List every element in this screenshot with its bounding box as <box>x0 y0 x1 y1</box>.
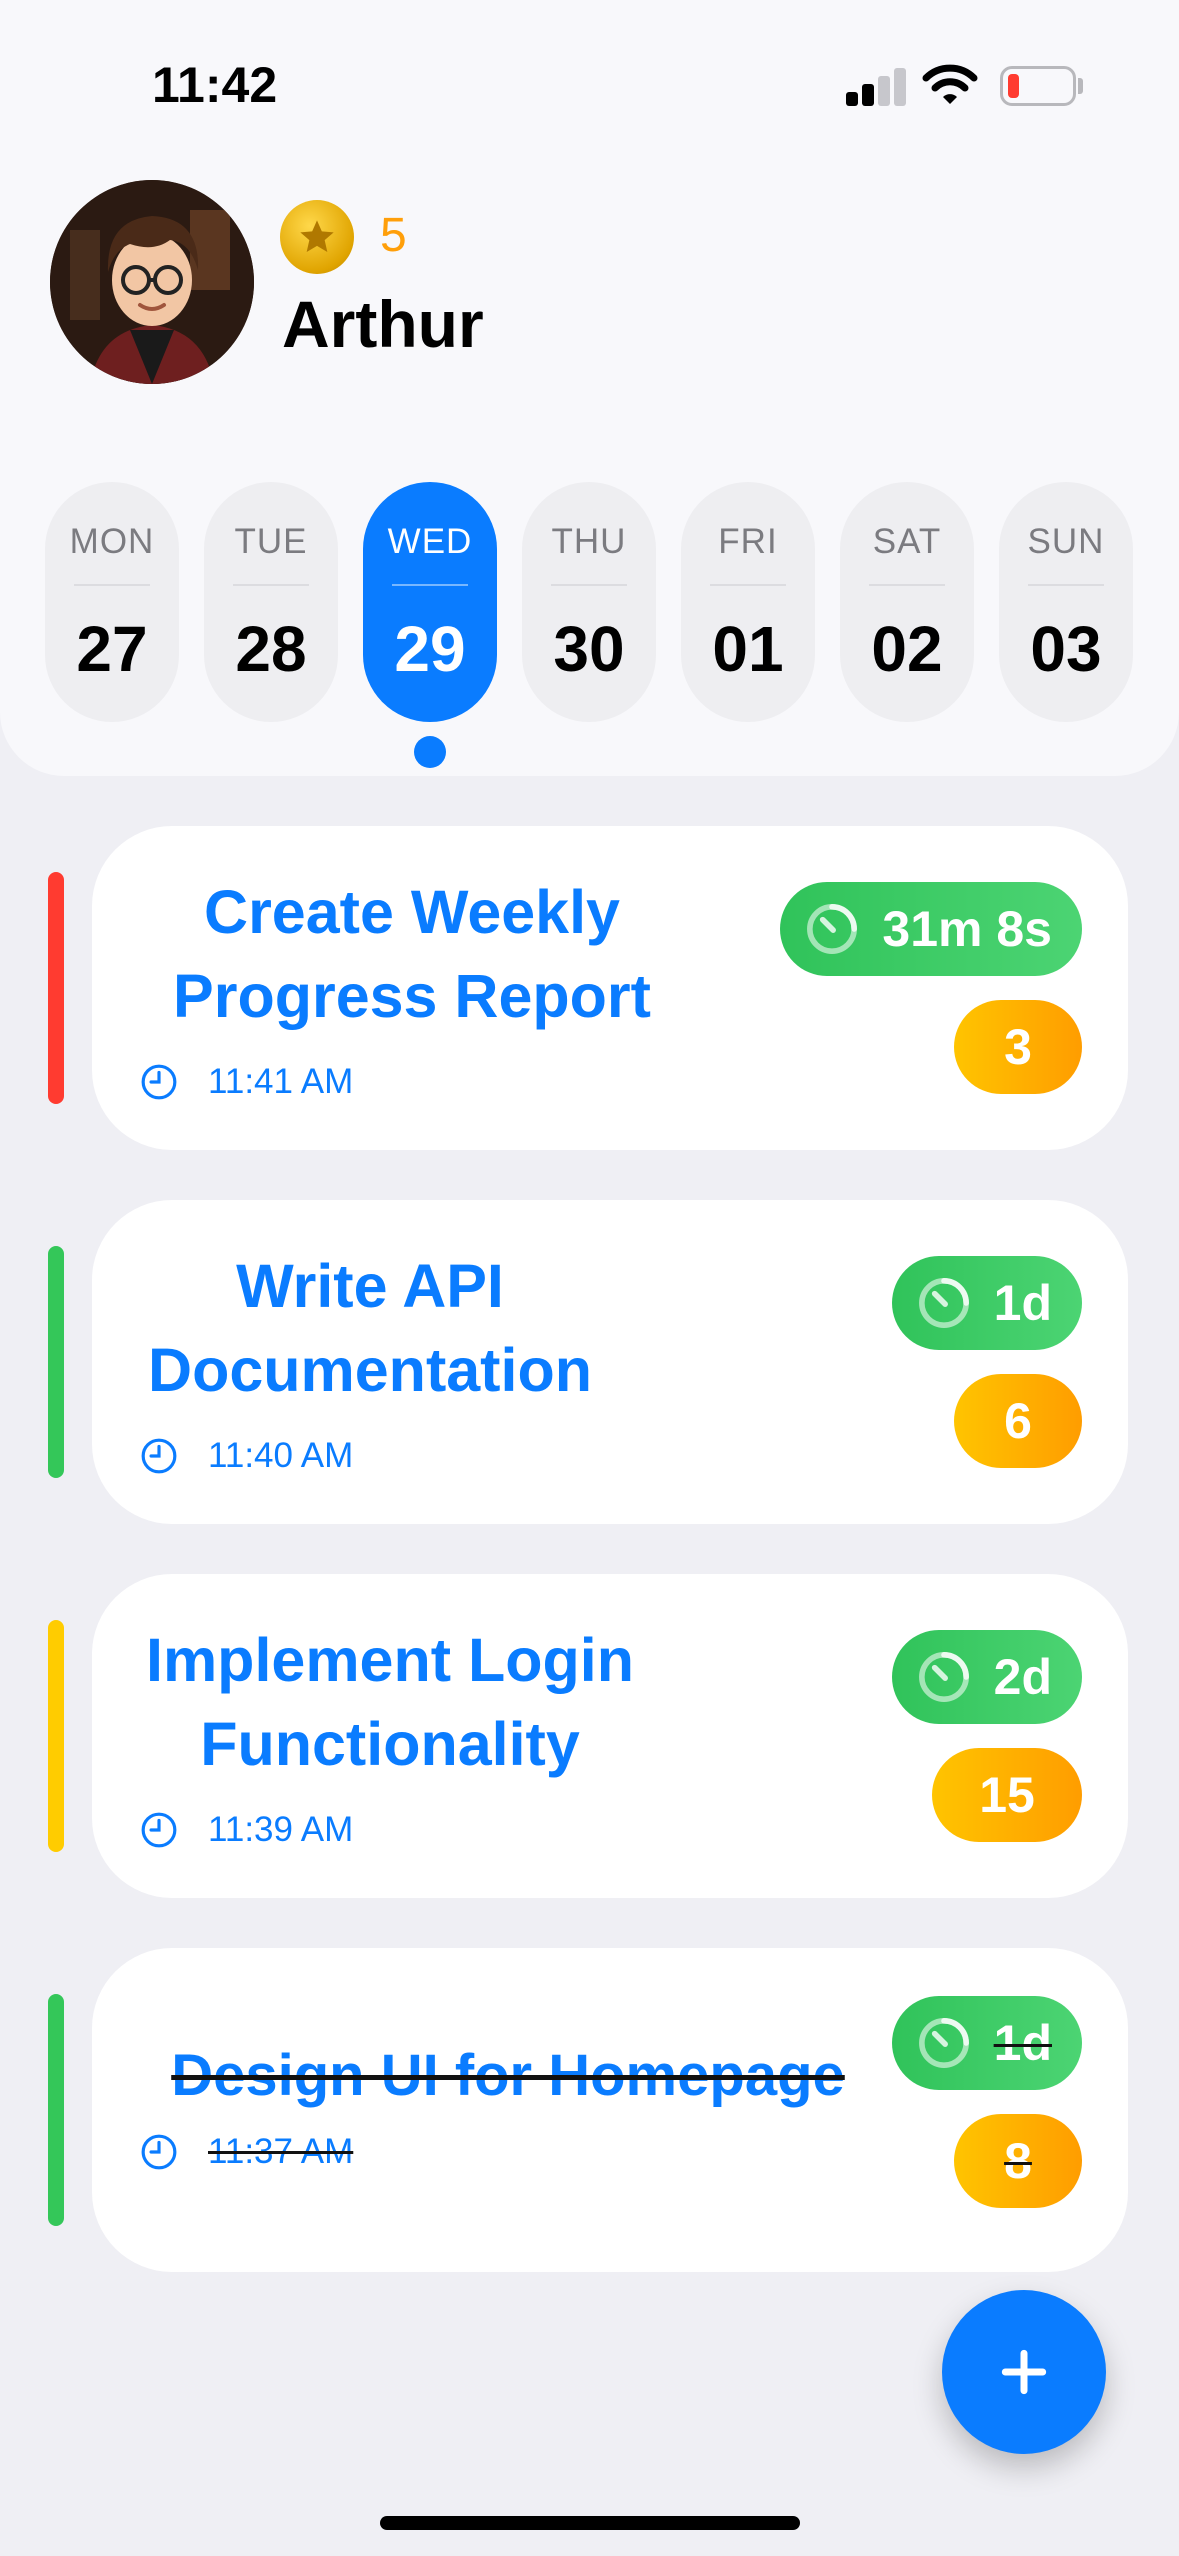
day-number: 30 <box>553 613 625 685</box>
timer-badge[interactable]: 1d <box>891 1256 1082 1350</box>
task-card[interactable]: Create Weekly Progress Report 11:41 AM 3… <box>92 826 1128 1150</box>
home-indicator[interactable] <box>380 2516 800 2530</box>
day-number: 28 <box>235 613 307 685</box>
priority-bar-high <box>48 872 64 1104</box>
avatar-illustration <box>50 180 254 384</box>
day-tue[interactable]: TUE 28 <box>204 482 338 722</box>
add-task-button[interactable] <box>942 2290 1106 2454</box>
stopwatch-icon <box>807 904 858 954</box>
cellular-signal-icon <box>846 68 906 106</box>
day-name: TUE <box>234 522 308 561</box>
stopwatch-icon <box>918 1278 969 1328</box>
timer-badge[interactable]: 2d <box>891 1630 1082 1724</box>
day-name: SUN <box>1027 522 1105 561</box>
points-badge: 6 <box>954 1374 1082 1468</box>
status-time: 11:42 <box>152 57 278 113</box>
day-divider <box>710 584 786 586</box>
plus-icon <box>1001 2349 1047 2395</box>
task-title: Design UI for Homepage <box>171 2043 845 2108</box>
battery-icon <box>1000 66 1076 106</box>
day-name: SAT <box>872 522 942 561</box>
day-name: THU <box>551 522 627 561</box>
clock-icon <box>141 1812 177 1848</box>
day-fri[interactable]: FRI 01 <box>681 482 815 722</box>
priority-bar-low <box>48 1246 64 1478</box>
timer-badge[interactable]: 31m 8s <box>780 882 1082 976</box>
points-badge: 3 <box>954 1000 1082 1094</box>
coin-count: 5 <box>380 209 407 262</box>
wifi-icon <box>922 64 978 104</box>
day-divider <box>233 584 309 586</box>
avatar[interactable] <box>50 180 254 384</box>
day-divider <box>1028 584 1104 586</box>
task-card-completed[interactable]: Design UI for Homepage 11:37 AM 1d 8 <box>92 1948 1128 2272</box>
stopwatch-icon <box>918 1652 969 1702</box>
day-name: FRI <box>718 522 778 561</box>
day-wed[interactable]: WED 29 <box>363 482 497 722</box>
task-title: Implement Login Functionality <box>146 1626 634 1778</box>
day-thu[interactable]: THU 30 <box>522 482 656 722</box>
day-number: 02 <box>871 613 943 685</box>
clock-icon <box>141 1064 177 1100</box>
clock-icon <box>141 2134 177 2170</box>
points-badge: 8 <box>954 2114 1082 2208</box>
stopwatch-icon <box>918 2018 969 2068</box>
day-number: 01 <box>712 613 784 685</box>
day-name: MON <box>69 522 155 561</box>
task-title: Create Weekly Progress Report <box>173 878 651 1030</box>
day-sun[interactable]: SUN 03 <box>999 482 1133 722</box>
selected-day-indicator <box>414 736 446 768</box>
task-card[interactable]: Write API Documentation 11:40 AM 1d 6 <box>92 1200 1128 1524</box>
task-card[interactable]: Implement Login Functionality 11:39 AM 2… <box>92 1574 1128 1898</box>
user-name: Arthur <box>282 287 484 361</box>
clock-icon <box>141 1438 177 1474</box>
day-sat[interactable]: SAT 02 <box>840 482 974 722</box>
task-time: 11:40 AM <box>140 1436 353 1476</box>
priority-bar-low <box>48 1994 64 2226</box>
priority-bar-medium <box>48 1620 64 1852</box>
day-divider <box>74 584 150 586</box>
day-name: WED <box>387 522 473 561</box>
task-title: Write API Documentation <box>148 1252 592 1404</box>
day-number: 29 <box>394 613 466 685</box>
battery-tip <box>1078 78 1083 94</box>
points-badge: 15 <box>932 1748 1082 1842</box>
star-coin-icon <box>280 200 354 274</box>
day-divider <box>869 584 945 586</box>
day-mon[interactable]: MON 27 <box>45 482 179 722</box>
day-number: 03 <box>1030 613 1102 685</box>
task-time: 11:37 AM <box>140 2132 353 2172</box>
task-time: 11:41 AM <box>140 1062 353 1102</box>
timer-badge[interactable]: 1d <box>891 1996 1082 2090</box>
task-time: 11:39 AM <box>140 1810 353 1850</box>
day-divider <box>551 584 627 586</box>
day-divider <box>392 584 468 586</box>
day-number: 27 <box>76 613 148 685</box>
